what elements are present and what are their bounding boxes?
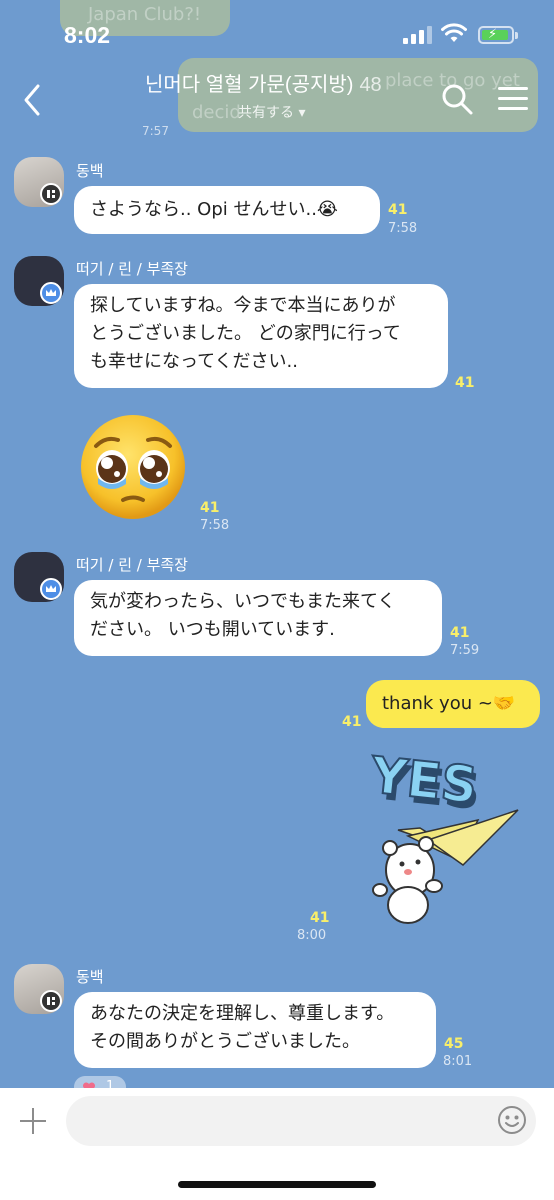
read-count: 41 xyxy=(455,375,475,391)
status-time: 8:02 xyxy=(64,22,111,48)
message-time: 7:59 xyxy=(450,643,480,658)
chat-header: 닌머다 열혈 가문(공지방) 48 共有する ▾ xyxy=(0,60,554,140)
yes-sticker[interactable]: YES YES xyxy=(368,750,538,925)
share-button[interactable]: 共有する ▾ xyxy=(238,102,305,122)
message-line: も幸せになってください.. xyxy=(90,351,299,372)
svg-text:YES: YES xyxy=(368,750,480,815)
battery-nub xyxy=(515,32,518,39)
read-count: 41 xyxy=(388,202,408,218)
search-icon[interactable] xyxy=(440,82,474,116)
message-line: ださい。 いつも開いています. xyxy=(90,619,335,640)
read-count: 41 xyxy=(310,910,330,926)
message-bubble[interactable]: さようなら.. Opi せんせい..😭 xyxy=(74,186,380,234)
message-line: あなたの決定を理解し、尊重します。 xyxy=(90,1003,395,1024)
menu-icon[interactable] xyxy=(498,86,530,112)
read-count: 45 xyxy=(444,1036,464,1052)
cellular-signal-icon xyxy=(403,26,433,44)
crown-badge-icon xyxy=(40,578,62,600)
message-time: 7:58 xyxy=(388,221,418,236)
profile-badge-icon xyxy=(40,990,62,1012)
previous-message-time: 7:57 xyxy=(142,124,169,138)
message-bubble[interactable]: 探していますね。今まで本当にありが とうございました。 どの家門に行って も幸せ… xyxy=(74,284,448,388)
battery-icon: ⚡ xyxy=(478,26,514,44)
message-bubble[interactable]: あなたの決定を理解し、尊重します。 その間ありがとうございました。 xyxy=(74,992,436,1068)
message-line: 気が変わったら、いつでもまた来てく xyxy=(90,591,396,612)
message-line: とうございました。 どの家門に行って xyxy=(90,323,401,344)
read-count: 41 xyxy=(200,500,220,516)
read-count: 41 xyxy=(450,625,470,641)
member-count: 48 xyxy=(359,74,382,96)
sender-name: 떠기 / 린 / 부족장 xyxy=(76,260,188,278)
emoji-icon[interactable] xyxy=(496,1104,528,1136)
back-arrow-icon[interactable] xyxy=(18,82,46,118)
message-time: 8:01 xyxy=(443,1054,473,1069)
profile-badge-icon xyxy=(40,183,62,205)
message-time: 7:58 xyxy=(200,518,230,533)
sender-name: 동백 xyxy=(76,162,104,180)
sender-name: 떠기 / 린 / 부족장 xyxy=(76,556,188,574)
chat-title-text: 닌머다 열혈 가문(공지방) xyxy=(145,74,354,96)
input-bar xyxy=(0,1088,554,1200)
crown-badge-icon xyxy=(40,282,62,304)
message-line: 探していますね。今まで本当にありが xyxy=(90,295,396,316)
pleading-face-emoji[interactable] xyxy=(78,412,188,522)
message-time: 8:00 xyxy=(297,928,327,943)
home-indicator xyxy=(178,1181,376,1188)
read-count: 41 xyxy=(342,714,362,730)
sender-name: 동백 xyxy=(76,968,104,986)
status-bar: 8:02 ⚡ xyxy=(0,0,554,60)
message-input[interactable] xyxy=(66,1096,536,1146)
message-bubble[interactable]: 気が変わったら、いつでもまた来てく ださい。 いつも開いています. xyxy=(74,580,442,656)
plus-icon[interactable] xyxy=(18,1106,48,1136)
my-message-bubble[interactable]: thank you ~🤝 xyxy=(366,680,540,728)
chat-title[interactable]: 닌머다 열혈 가문(공지방) 48 xyxy=(145,68,382,97)
message-line: その間ありがとうございました。 xyxy=(90,1031,360,1052)
wifi-icon xyxy=(441,23,467,42)
